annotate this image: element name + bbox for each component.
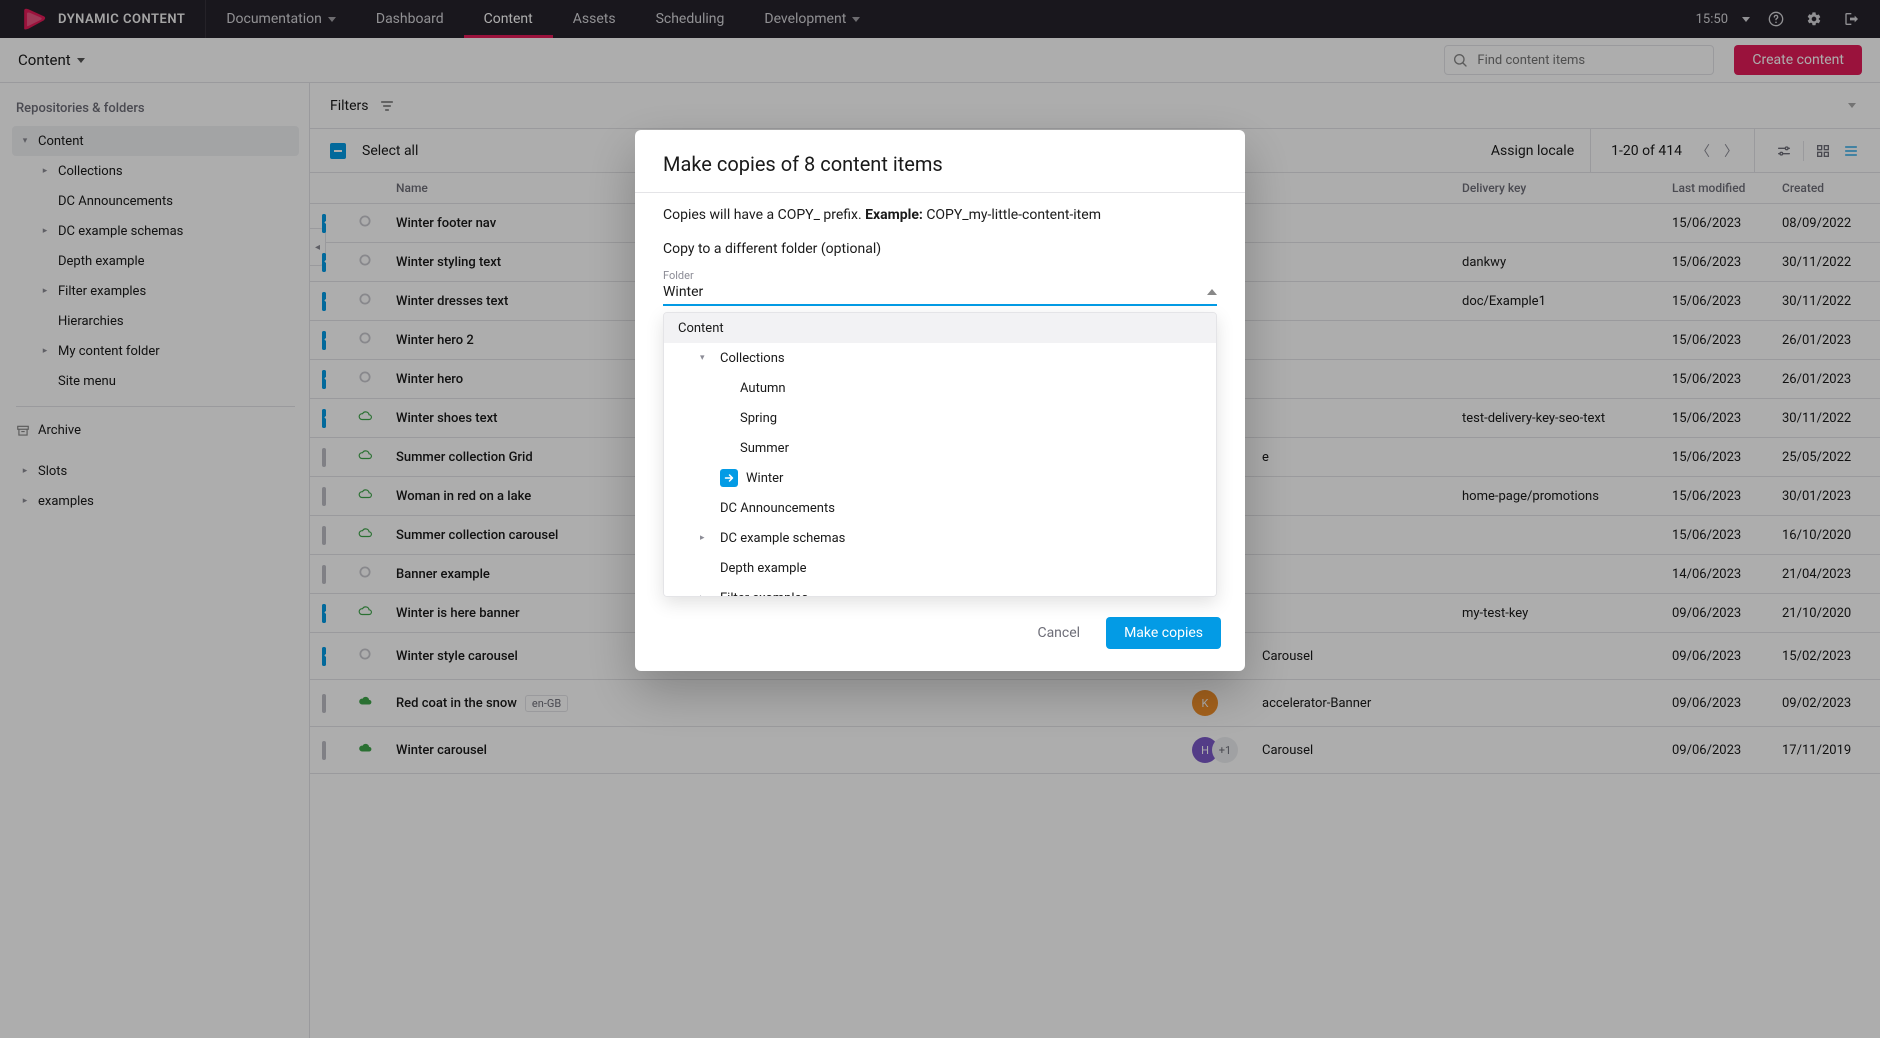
folder-option[interactable]: ▸ DC example schemas <box>664 523 1216 553</box>
folder-option[interactable]: Summer <box>664 433 1216 463</box>
folder-option[interactable]: Autumn <box>664 373 1216 403</box>
folder-option[interactable]: DC Announcements <box>664 493 1216 523</box>
folder-selector[interactable]: Winter <box>663 282 1217 306</box>
copy-items-modal: Make copies of 8 content items Copies wi… <box>635 130 1245 671</box>
folder-option[interactable]: ▸ Filter examples <box>664 583 1216 597</box>
chevron-right-icon: ▸ <box>700 593 712 597</box>
folder-option-label: Winter <box>746 471 783 486</box>
folder-dropdown-panel: Content ▾ Collections Autumn Spring Summer Win… <box>663 312 1217 597</box>
folder-option-label: DC Announcements <box>720 501 835 516</box>
folder-field-label: Folder <box>663 269 1217 282</box>
folder-option[interactable]: Winter <box>664 463 1216 493</box>
folder-option-label: Spring <box>740 411 777 426</box>
make-copies-button[interactable]: Make copies <box>1106 617 1221 649</box>
active-folder-icon <box>720 469 738 487</box>
folder-option[interactable]: ▾ Collections <box>664 343 1216 373</box>
cancel-button[interactable]: Cancel <box>1019 617 1098 649</box>
folder-selected-value: Winter <box>663 284 703 300</box>
folder-option-label: Depth example <box>720 561 807 576</box>
folder-option-label: Summer <box>740 441 789 456</box>
folder-option-label: DC example schemas <box>720 531 845 546</box>
folder-option[interactable]: Depth example <box>664 553 1216 583</box>
folder-option[interactable]: Spring <box>664 403 1216 433</box>
chevron-down-icon: ▾ <box>700 353 712 363</box>
folder-option-label: Autumn <box>740 381 786 396</box>
chevron-up-icon <box>1207 289 1217 295</box>
folder-option-label: Filter examples <box>720 591 808 598</box>
modal-copies-desc: Copies will have a COPY_ prefix. Example… <box>663 207 1217 223</box>
modal-subheading: Copy to a different folder (optional) <box>663 241 1217 257</box>
folder-option-label: Content <box>678 321 724 336</box>
folder-option[interactable]: Content <box>664 313 1216 343</box>
modal-title: Make copies of 8 content items <box>635 130 1245 192</box>
modal-scrim[interactable]: Make copies of 8 content items Copies wi… <box>0 0 1880 1038</box>
chevron-right-icon: ▸ <box>700 533 712 543</box>
folder-option-label: Collections <box>720 351 785 366</box>
